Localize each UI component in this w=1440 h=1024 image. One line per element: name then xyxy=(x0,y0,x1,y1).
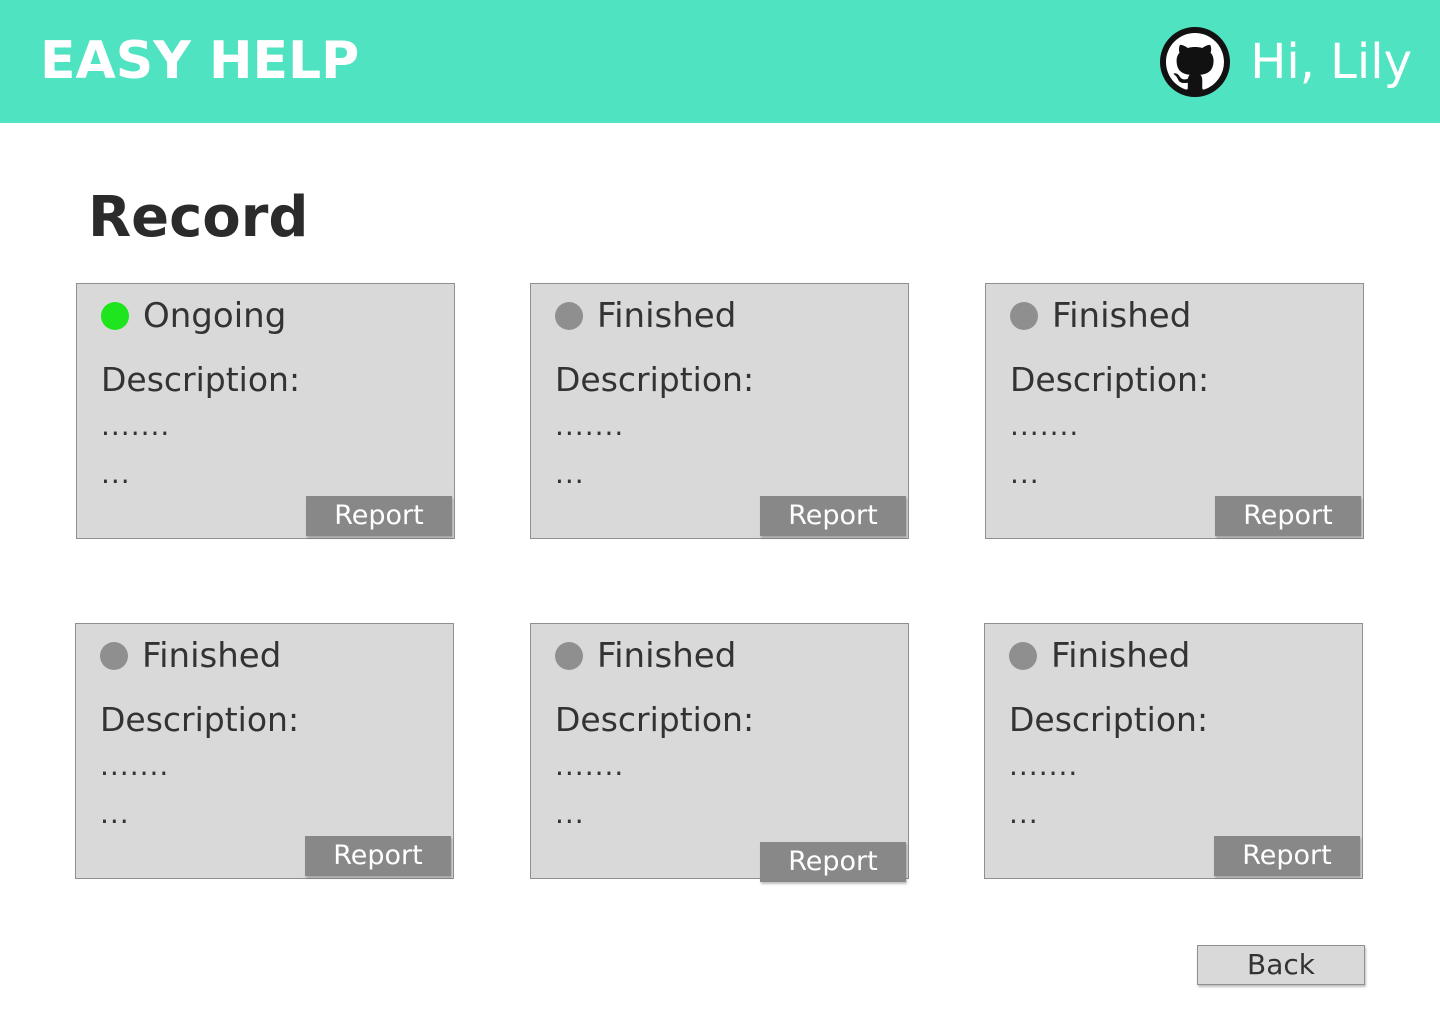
status-text: Finished xyxy=(142,636,282,676)
back-button[interactable]: Back xyxy=(1197,945,1365,985)
description-text: ....... xyxy=(101,409,171,442)
report-button[interactable]: Report xyxy=(1214,836,1360,876)
status-row: Finished xyxy=(1010,294,1191,338)
record-card: Finished Description: ....... ... Report xyxy=(75,623,454,879)
user-menu[interactable]: Hi, Lily xyxy=(1160,26,1412,98)
record-card: Ongoing Description: ....... ... Report xyxy=(76,283,455,539)
description-text: ... xyxy=(1009,797,1039,830)
report-button[interactable]: Report xyxy=(1215,496,1361,536)
description-text: ... xyxy=(1010,457,1040,490)
status-row: Finished xyxy=(555,294,736,338)
user-greeting: Hi, Lily xyxy=(1250,34,1412,90)
description-text: ....... xyxy=(555,409,625,442)
description-label: Description: xyxy=(101,360,301,399)
report-button[interactable]: Report xyxy=(306,496,452,536)
brand-logo-text[interactable]: EASY HELP xyxy=(40,26,359,96)
github-octocat-icon[interactable] xyxy=(1160,27,1231,97)
status-indicator-icon xyxy=(555,302,583,330)
status-row: Finished xyxy=(1009,634,1190,678)
description-text: ... xyxy=(100,797,130,830)
description-text: ....... xyxy=(555,749,625,782)
record-card: Finished Description: ....... ... Report xyxy=(985,283,1364,539)
description-text: ... xyxy=(101,457,131,490)
description-label: Description: xyxy=(100,700,300,739)
report-button[interactable]: Report xyxy=(760,496,906,536)
status-indicator-icon xyxy=(100,642,128,670)
description-label: Description: xyxy=(1009,700,1209,739)
status-row: Finished xyxy=(100,634,281,678)
record-card: Finished Description: ....... ... Report xyxy=(530,623,909,882)
description-text: ... xyxy=(555,797,585,830)
status-row: Finished xyxy=(555,634,736,678)
status-text: Ongoing xyxy=(143,296,287,336)
status-row: Ongoing xyxy=(101,294,286,338)
status-indicator-icon xyxy=(101,302,129,330)
status-indicator-icon xyxy=(1009,642,1037,670)
description-text: ....... xyxy=(1010,409,1080,442)
report-button[interactable]: Report xyxy=(305,836,451,876)
description-text: ... xyxy=(555,457,585,490)
app-header: EASY HELP Hi, Lily xyxy=(0,0,1440,123)
status-indicator-icon xyxy=(555,642,583,670)
status-indicator-icon xyxy=(1010,302,1038,330)
record-card: Finished Description: ....... ... Report xyxy=(530,283,909,539)
report-button[interactable]: Report xyxy=(760,842,906,882)
page-title: Record xyxy=(88,185,309,250)
record-card: Finished Description: ....... ... Report xyxy=(984,623,1363,879)
status-text: Finished xyxy=(1051,636,1191,676)
status-text: Finished xyxy=(1052,296,1192,336)
status-text: Finished xyxy=(597,636,737,676)
description-label: Description: xyxy=(1010,360,1210,399)
description-text: ....... xyxy=(100,749,170,782)
status-text: Finished xyxy=(597,296,737,336)
description-label: Description: xyxy=(555,700,755,739)
description-text: ....... xyxy=(1009,749,1079,782)
description-label: Description: xyxy=(555,360,755,399)
